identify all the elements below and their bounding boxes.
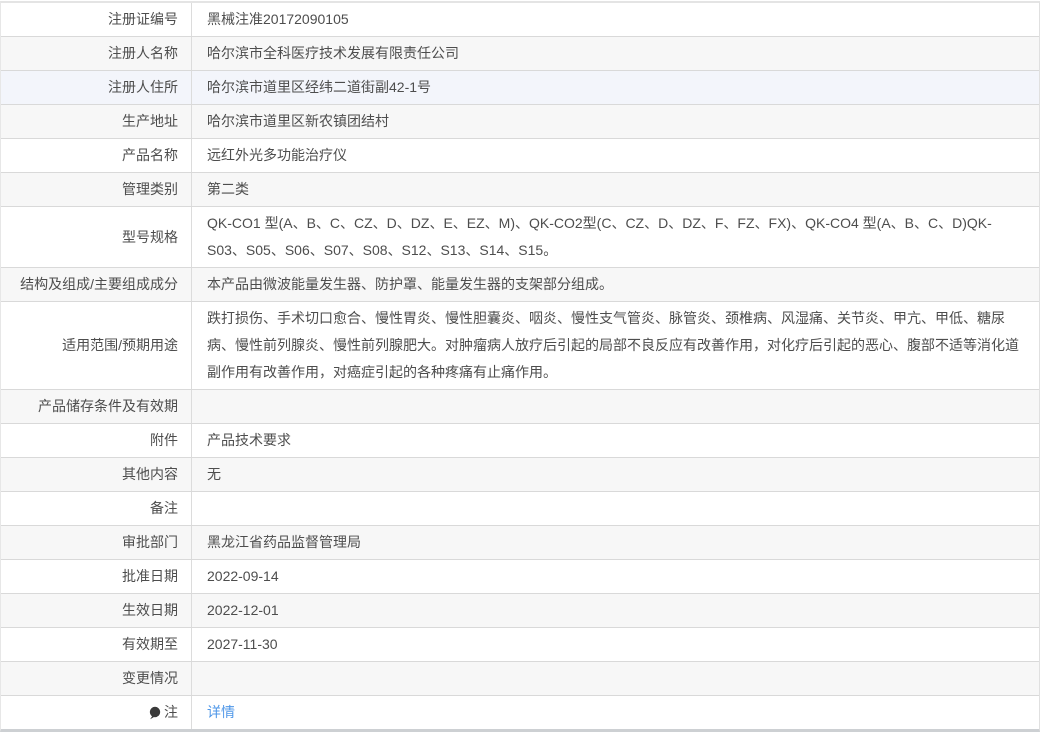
row-label: 批准日期 [1, 560, 191, 593]
row-label: 注册人住所 [1, 71, 191, 104]
table-row: 其他内容 无 [1, 458, 1039, 492]
row-label: 适用范围/预期用途 [1, 302, 191, 389]
table-row: 审批部门 黑龙江省药品监督管理局 [1, 526, 1039, 560]
row-value: 远红外光多功能治疗仪 [191, 139, 1039, 172]
table-row: 管理类别 第二类 [1, 173, 1039, 207]
row-value: 无 [191, 458, 1039, 491]
row-label: 注 [1, 696, 191, 729]
note-label: 注 [164, 699, 178, 726]
table-row: 产品名称 远红外光多功能治疗仪 [1, 139, 1039, 173]
table-row: 有效期至 2027-11-30 [1, 628, 1039, 662]
row-label: 其他内容 [1, 458, 191, 491]
row-label: 型号规格 [1, 207, 191, 267]
row-value: 2022-12-01 [191, 594, 1039, 627]
row-value: 第二类 [191, 173, 1039, 206]
table-row: 批准日期 2022-09-14 [1, 560, 1039, 594]
row-value: 跌打损伤、手术切口愈合、慢性胃炎、慢性胆囊炎、咽炎、慢性支气管炎、脉管炎、颈椎病… [191, 302, 1039, 389]
row-label: 有效期至 [1, 628, 191, 661]
table-row: 生产地址 哈尔滨市道里区新农镇团结村 [1, 105, 1039, 139]
detail-link[interactable]: 详情 [207, 699, 235, 726]
table-row: 结构及组成/主要组成成分 本产品由微波能量发生器、防护罩、能量发生器的支架部分组… [1, 268, 1039, 302]
table-row: 产品储存条件及有效期 [1, 390, 1039, 424]
row-label: 生产地址 [1, 105, 191, 138]
row-label: 产品名称 [1, 139, 191, 172]
row-label: 变更情况 [1, 662, 191, 695]
row-value: 哈尔滨市全科医疗技术发展有限责任公司 [191, 37, 1039, 70]
row-value: 本产品由微波能量发生器、防护罩、能量发生器的支架部分组成。 [191, 268, 1039, 301]
table-row: 备注 [1, 492, 1039, 526]
row-value [191, 662, 1039, 695]
row-value: 2027-11-30 [191, 628, 1039, 661]
row-value [191, 390, 1039, 423]
row-value: 黑械注准20172090105 [191, 3, 1039, 36]
row-label: 注册证编号 [1, 3, 191, 36]
row-value: QK-CO1 型(A、B、C、CZ、D、DZ、E、EZ、M)、QK-CO2型(C… [191, 207, 1039, 267]
table-row: 生效日期 2022-12-01 [1, 594, 1039, 628]
table-row: 适用范围/预期用途 跌打损伤、手术切口愈合、慢性胃炎、慢性胆囊炎、咽炎、慢性支气… [1, 302, 1039, 390]
row-label: 结构及组成/主要组成成分 [1, 268, 191, 301]
row-label: 生效日期 [1, 594, 191, 627]
table-row: 变更情况 [1, 662, 1039, 696]
row-label: 管理类别 [1, 173, 191, 206]
row-value: 产品技术要求 [191, 424, 1039, 457]
row-label: 产品储存条件及有效期 [1, 390, 191, 423]
table-row-highlighted: 注册人住所 哈尔滨市道里区经纬二道街副42-1号 [1, 71, 1039, 105]
table-row-note: 注 详情 [1, 696, 1039, 729]
lightbulb-icon [148, 706, 161, 721]
registration-detail-table: 注册证编号 黑械注准20172090105 注册人名称 哈尔滨市全科医疗技术发展… [0, 1, 1040, 732]
row-value: 详情 [191, 696, 1039, 729]
table-row: 注册人名称 哈尔滨市全科医疗技术发展有限责任公司 [1, 37, 1039, 71]
row-label: 注册人名称 [1, 37, 191, 70]
row-label: 审批部门 [1, 526, 191, 559]
row-label: 备注 [1, 492, 191, 525]
row-value: 黑龙江省药品监督管理局 [191, 526, 1039, 559]
row-value: 哈尔滨市道里区新农镇团结村 [191, 105, 1039, 138]
row-value: 2022-09-14 [191, 560, 1039, 593]
registration-detail-page: 注册证编号 黑械注准20172090105 注册人名称 哈尔滨市全科医疗技术发展… [0, 0, 1053, 735]
table-row: 型号规格 QK-CO1 型(A、B、C、CZ、D、DZ、E、EZ、M)、QK-C… [1, 207, 1039, 268]
row-value: 哈尔滨市道里区经纬二道街副42-1号 [191, 71, 1039, 104]
table-row: 附件 产品技术要求 [1, 424, 1039, 458]
table-row: 注册证编号 黑械注准20172090105 [1, 3, 1039, 37]
row-label: 附件 [1, 424, 191, 457]
row-value [191, 492, 1039, 525]
